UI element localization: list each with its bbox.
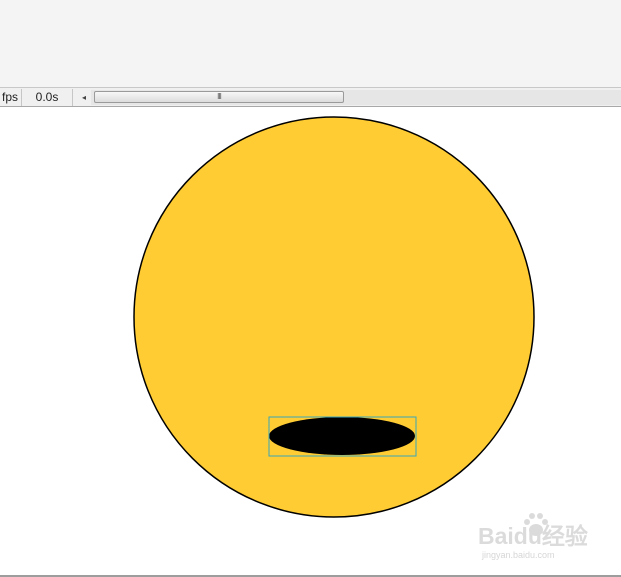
baidu-jingyan-watermark: Baidu经验 jingyan.baidu.com bbox=[470, 513, 600, 569]
stage-canvas[interactable] bbox=[0, 109, 621, 575]
scrollbar-grip-icon: III bbox=[217, 92, 222, 101]
status-divider bbox=[72, 89, 73, 106]
watermark-brand: Baidu经验 bbox=[478, 523, 588, 549]
face-circle-shape[interactable] bbox=[133, 116, 535, 518]
stage-drawing bbox=[133, 116, 535, 518]
fps-label: fps bbox=[1, 90, 18, 104]
watermark-url: jingyan.baidu.com bbox=[482, 550, 555, 560]
status-divider bbox=[21, 89, 22, 106]
animation-editor: fps 0.0s ◂ III Baidu经验 jingyan.baidu.com bbox=[0, 0, 621, 577]
timeline-panel[interactable] bbox=[0, 0, 621, 87]
horizontal-scrollbar-thumb[interactable]: III bbox=[94, 91, 344, 103]
scroll-left-arrow-icon[interactable]: ◂ bbox=[78, 90, 90, 105]
mouth-ellipse-shape[interactable] bbox=[269, 417, 415, 455]
current-time-field: 0.0s bbox=[35, 90, 59, 104]
timeline-status-bar: fps 0.0s ◂ III bbox=[0, 87, 621, 107]
